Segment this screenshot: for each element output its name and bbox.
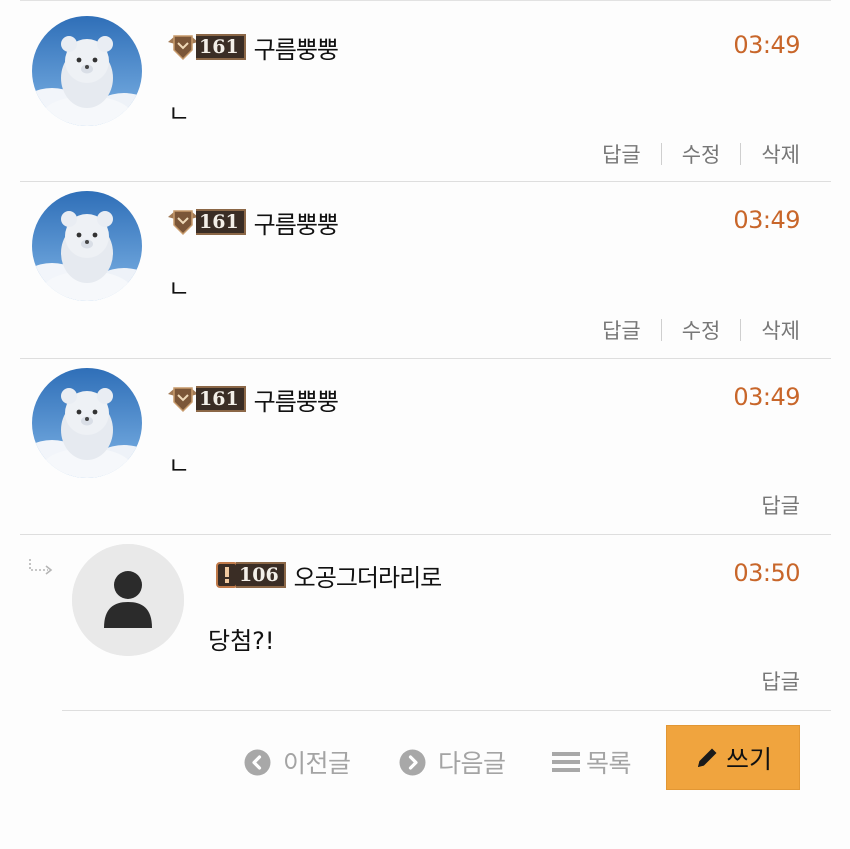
nickname[interactable]: 구름뿡뿡 (254, 30, 339, 65)
list-icon (552, 750, 580, 774)
bear-cloud-avatar-icon[interactable] (32, 191, 142, 301)
comment-actions: 답글 (761, 490, 800, 520)
comment-text: ㄴ (168, 100, 191, 128)
comment-item: 161 구름뿡뿡 03:49 ㄴ 답글 (20, 359, 831, 535)
comment-time: 03:49 (733, 31, 800, 59)
nickname[interactable]: 구름뿡뿡 (254, 382, 339, 417)
prev-post-label: 이전글 (283, 749, 351, 778)
level-badge: 161 (166, 385, 246, 413)
level-badge-icon (168, 387, 198, 413)
next-post-label: 다음글 (438, 749, 506, 778)
delete-button[interactable]: 삭제 (761, 315, 800, 345)
comment-item: 161 구름뿡뿡 03:49 ㄴ 답글 수정 삭제 (20, 182, 831, 359)
chevron-left-circle-icon (244, 749, 271, 776)
edit-button[interactable]: 수정 (682, 139, 721, 169)
level-badge-icon (168, 35, 198, 61)
comment-text: ㄴ (168, 452, 191, 480)
chevron-right-circle-icon (399, 749, 426, 776)
divider (740, 143, 742, 165)
comment-meta: 161 구름뿡뿡 (166, 202, 339, 242)
divider (660, 143, 662, 165)
comment-actions: 답글 수정 삭제 (602, 139, 800, 169)
divider (660, 319, 662, 341)
level-badge: 106 (214, 561, 286, 589)
reply-button[interactable]: 답글 (602, 315, 641, 345)
delete-button[interactable]: 삭제 (761, 139, 800, 169)
comment-actions: 답글 (761, 666, 800, 696)
bear-cloud-avatar-icon[interactable] (32, 16, 142, 126)
prev-post-button[interactable]: 이전글 (244, 744, 351, 780)
comment-time: 03:49 (733, 383, 800, 411)
nickname[interactable]: 오공그더라리로 (294, 558, 443, 593)
comment-text: 당첨?! (208, 627, 275, 655)
comment-item: 161 구름뿡뿡 03:49 ㄴ 답글 수정 삭제 (20, 0, 831, 182)
comment-meta: 161 구름뿡뿡 (166, 27, 339, 67)
list-button[interactable]: 목록 (552, 744, 632, 780)
level-badge: 161 (166, 33, 246, 61)
write-button[interactable]: 쓰기 (666, 725, 800, 790)
comment-meta: 106 오공그더라리로 (214, 555, 443, 595)
reply-button[interactable]: 답글 (761, 666, 800, 696)
list-label: 목록 (586, 749, 632, 778)
comment-actions: 답글 수정 삭제 (602, 315, 800, 345)
level-badge: 161 (166, 208, 246, 236)
reply-button[interactable]: 답글 (602, 139, 641, 169)
edit-button[interactable]: 수정 (682, 315, 721, 345)
comment-text: ㄴ (168, 275, 191, 303)
pencil-icon (694, 745, 720, 771)
level-badge-icon (168, 210, 198, 236)
comment-meta: 161 구름뿡뿡 (166, 379, 339, 419)
comment-time: 03:50 (733, 559, 800, 587)
bear-cloud-avatar-icon[interactable] (32, 368, 142, 478)
next-post-button[interactable]: 다음글 (399, 744, 506, 780)
reply-comment-item: 106 오공그더라리로 03:50 당첨?! 답글 (62, 535, 831, 711)
nickname[interactable]: 구름뿡뿡 (254, 205, 339, 240)
reply-button[interactable]: 답글 (761, 490, 800, 520)
user-silhouette-icon[interactable] (72, 544, 184, 656)
divider (740, 319, 742, 341)
post-navigation: 이전글 다음글 목록 쓰기 (0, 711, 850, 849)
write-label: 쓰기 (725, 744, 772, 774)
comment-time: 03:49 (733, 206, 800, 234)
reply-arrow-icon (27, 557, 55, 581)
